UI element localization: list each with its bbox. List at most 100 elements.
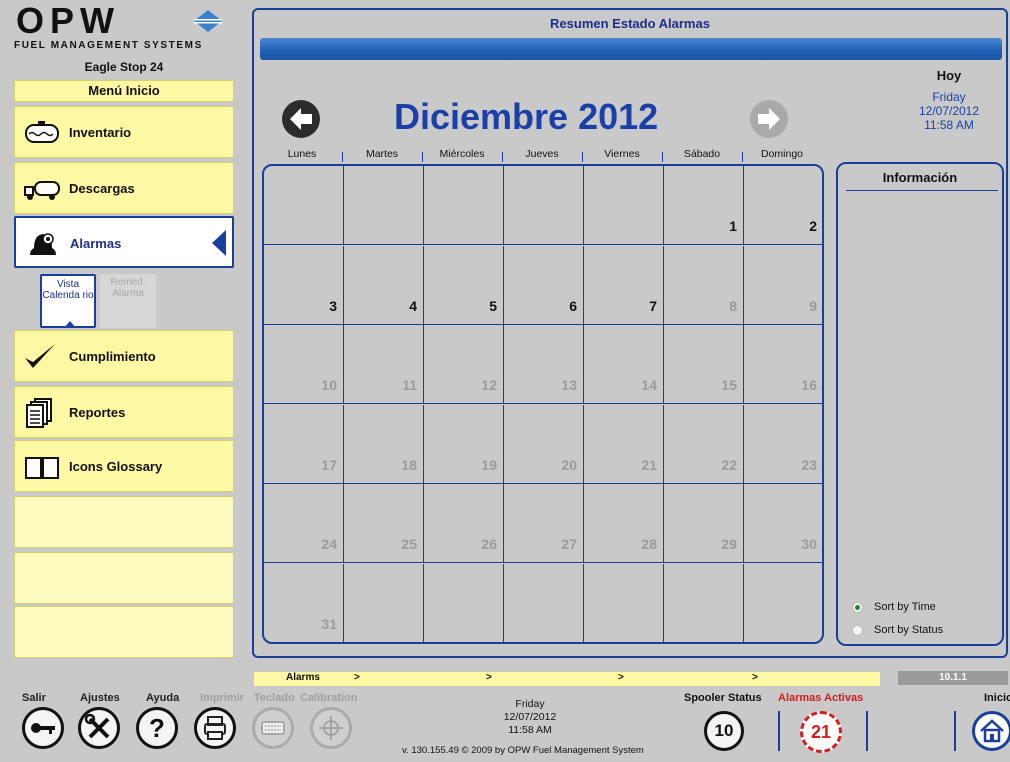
active-notch-icon	[64, 321, 76, 328]
calendar-day-cell	[744, 564, 822, 642]
ayuda-button[interactable]: ?	[136, 707, 178, 749]
active-alarms-button[interactable]: 21	[800, 711, 842, 753]
calendar-day-cell[interactable]: 29	[664, 484, 744, 563]
calendar-day-cell[interactable]: 23	[744, 405, 822, 484]
tools-icon	[84, 713, 110, 739]
alarm-subtabs: Vista Calenda rio Remed. Alarma	[40, 274, 160, 328]
calendar-day-number: 3	[329, 297, 337, 314]
calendar-day-cell[interactable]: 14	[584, 325, 664, 404]
sidebar: OPW FUEL MANAGEMENT SYSTEMS Eagle Stop 2…	[10, 0, 238, 660]
brand-subtitle: FUEL MANAGEMENT SYSTEMS	[14, 40, 203, 51]
active-alarms-label: Alarmas Activas	[778, 692, 864, 704]
radio-label: Sort by Status	[874, 624, 944, 636]
calendar-day-cell[interactable]: 11	[344, 325, 424, 404]
calendar-day-cell[interactable]: 15	[664, 325, 744, 404]
calendar-day-cell[interactable]: 26	[424, 484, 504, 563]
subtab-remed-alarma[interactable]: Remed. Alarma	[100, 274, 156, 328]
question-icon: ?	[149, 713, 165, 743]
svg-text:?: ?	[149, 713, 165, 743]
weekday-separator	[742, 152, 743, 162]
calendar-day-number: 4	[409, 297, 417, 314]
calendar-day-cell[interactable]: 1	[664, 166, 744, 245]
salir-button[interactable]	[22, 707, 64, 749]
calendar-day-cell[interactable]: 5	[424, 245, 504, 325]
arrow-right-icon	[758, 108, 780, 130]
calendar-day-cell[interactable]: 31	[264, 563, 344, 642]
ajustes-label: Ajustes	[80, 692, 120, 704]
brand-name: OPW	[16, 0, 120, 41]
calendar-day-cell[interactable]: 27	[504, 484, 584, 563]
calendar-day-cell[interactable]: 24	[264, 484, 344, 563]
calendar-day-cell[interactable]: 9	[744, 246, 822, 325]
menu-header: Menú Inicio	[14, 80, 234, 102]
weekday-separator	[662, 152, 663, 162]
imprimir-label: Imprimir	[200, 692, 245, 704]
calendar-day-number: 23	[801, 456, 817, 473]
calibration-button[interactable]	[310, 707, 352, 749]
menu-item-descargas[interactable]: Descargas	[14, 162, 234, 214]
calendar-day-number: 11	[402, 377, 417, 393]
menu-item-inventario[interactable]: Inventario	[14, 106, 234, 158]
calendar-day-cell[interactable]: 21	[584, 404, 664, 484]
calendar-day-cell[interactable]: 19	[424, 404, 504, 484]
ajustes-button[interactable]	[78, 707, 120, 749]
calendar-day-cell[interactable]: 3	[264, 245, 344, 325]
calendar-day-cell[interactable]: 7	[584, 245, 664, 325]
menu-item-label: Alarmas	[70, 236, 122, 251]
weekday-label: Jueves	[525, 148, 559, 160]
spooler-status-button[interactable]: 10	[704, 711, 744, 751]
alarm-ticker[interactable]: Alarms > > > >	[254, 672, 880, 686]
calendar-day-cell[interactable]: 25	[344, 484, 424, 563]
menu-item-alarmas[interactable]: Alarmas	[14, 216, 234, 268]
version-badge: 10.1.1	[898, 671, 1008, 685]
calendar-day-cell[interactable]: 22	[664, 404, 744, 484]
menu-item-icons-glossary[interactable]: Icons Glossary	[14, 440, 234, 492]
calendar-day-number: 22	[721, 456, 737, 473]
radio-label: Sort by Time	[874, 601, 936, 613]
weekday-header: Lunes Martes Miércoles Jueves Viernes Sábado D…	[262, 148, 822, 162]
calendar-day-cell	[424, 563, 504, 642]
menu-item-cumplimiento[interactable]: Cumplimiento	[14, 330, 234, 382]
calendar-day-cell[interactable]: 6	[504, 245, 584, 325]
home-button[interactable]	[972, 711, 1010, 751]
previous-month-button[interactable]	[282, 100, 320, 138]
calendar-day-cell[interactable]: 20	[504, 404, 584, 484]
ticker-label: Alarms	[286, 672, 320, 683]
calendar-day-cell[interactable]: 13	[504, 325, 584, 404]
menu-item-reportes[interactable]: Reportes	[14, 386, 234, 438]
calendar-day-number: 5	[489, 297, 497, 314]
ticker-arrow: >	[486, 672, 492, 683]
calendar-day-cell[interactable]: 28	[584, 484, 664, 563]
calendar-day-number: 16	[801, 377, 817, 393]
teclado-button[interactable]	[252, 707, 294, 749]
calendar-day-cell[interactable]: 2	[744, 166, 822, 245]
calendar-day-number: 24	[321, 536, 337, 552]
calendar-day-number: 20	[561, 456, 577, 473]
calendar-day-cell[interactable]: 12	[424, 325, 504, 404]
calendar-day-cell[interactable]: 8	[664, 245, 744, 325]
menu-item-label: Reportes	[69, 405, 126, 420]
calendar-day-cell[interactable]: 10	[264, 325, 344, 404]
menu-item-label: Cumplimiento	[69, 349, 156, 364]
separator	[778, 711, 780, 751]
title-bar	[260, 38, 1002, 60]
separator	[866, 711, 868, 751]
calendar-day-cell[interactable]: 16	[744, 325, 822, 404]
ticker-arrow: >	[354, 672, 360, 683]
crosshair-icon	[319, 716, 343, 740]
weekday-label: Lunes	[287, 148, 317, 160]
app-root: OPW FUEL MANAGEMENT SYSTEMS Eagle Stop 2…	[0, 0, 1010, 762]
weekday-label: Sábado	[683, 148, 721, 160]
calendar-day-cell[interactable]: 4	[344, 245, 424, 325]
footer-time: 11:58 AM	[508, 724, 552, 736]
calendar-day-number: 29	[721, 536, 737, 552]
next-month-button[interactable]	[750, 100, 788, 138]
calendar-day-cell[interactable]: 17	[264, 404, 344, 484]
calendar-day-cell[interactable]: 18	[344, 404, 424, 484]
month-title: Diciembre 2012	[394, 96, 659, 137]
calendar-day-cell[interactable]: 30	[744, 484, 822, 563]
subtab-vista-calendario[interactable]: Vista Calenda rio	[40, 274, 96, 328]
calendar-day-number: 13	[561, 377, 577, 393]
calendar-day-number: 8	[729, 297, 737, 314]
imprimir-button[interactable]	[194, 707, 236, 749]
